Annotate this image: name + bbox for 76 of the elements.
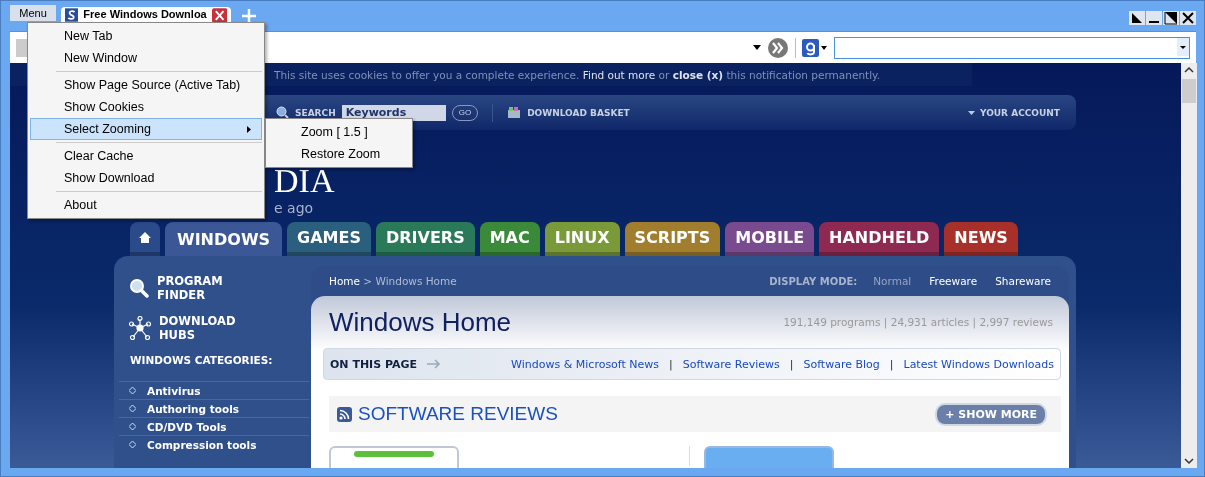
menu-item[interactable]: Clear Cache	[30, 145, 262, 167]
menu-item[interactable]: Restore Zoom	[268, 143, 410, 165]
close-tab-icon[interactable]	[211, 8, 227, 23]
bullet-icon	[129, 423, 136, 430]
download-basket-link[interactable]: DOWNLOAD BASKET	[527, 107, 630, 118]
display-mode-label: DISPLAY MODE:	[769, 275, 858, 287]
keywords-field[interactable]: Keywords	[341, 104, 446, 121]
category-link[interactable]: Compression tools	[147, 438, 257, 451]
display-mode-option[interactable]: Freeware	[929, 275, 978, 287]
forward-icon[interactable]	[767, 36, 789, 59]
search-icon	[276, 106, 289, 120]
tagline: e ago	[274, 200, 314, 216]
new-tab-icon[interactable]	[242, 9, 256, 23]
maximize-icon[interactable]	[1163, 11, 1179, 25]
bullet-icon	[129, 405, 136, 412]
page-link[interactable]: Software Blog	[803, 357, 880, 371]
arrow-icon	[427, 359, 442, 369]
menu-item[interactable]: About	[30, 194, 262, 216]
submenu-arrow-icon	[247, 125, 251, 133]
page-link[interactable]: Latest Windows Downloads	[903, 357, 1054, 371]
home-icon	[139, 231, 151, 243]
resize-icon[interactable]	[1129, 11, 1145, 25]
display-mode-option[interactable]: Shareware	[995, 275, 1051, 287]
sidebar-link[interactable]: PROGRAM FINDER	[157, 274, 237, 302]
menu-button[interactable]: Menu	[10, 5, 56, 21]
separator: |	[669, 357, 673, 371]
sidebar-link[interactable]: DOWNLOAD HUBS	[159, 314, 239, 342]
caret-icon[interactable]	[753, 45, 761, 50]
breadcrumb-current: > Windows Home	[363, 275, 457, 287]
site-logo[interactable]: DIA	[274, 164, 335, 198]
page-link[interactable]: Software Reviews	[682, 357, 780, 371]
menu-item[interactable]: Show Download	[30, 167, 262, 189]
section-tab[interactable]: SCRIPTS	[624, 222, 721, 256]
section-tab[interactable]: NEWS	[944, 222, 1018, 256]
scrollbar[interactable]	[1181, 63, 1197, 468]
section-tab[interactable]: GAMES	[287, 222, 371, 256]
reviews-title: SOFTWARE REVIEWS	[358, 403, 558, 425]
show-more-button[interactable]: + SHOW MORE	[935, 402, 1047, 426]
search-engine-icon[interactable]	[802, 38, 828, 57]
category-link[interactable]: Authoring tools	[147, 402, 240, 415]
close-icon[interactable]	[1180, 11, 1196, 25]
menu-item[interactable]: Select Zooming	[30, 118, 262, 140]
section-tab[interactable]: MAC	[479, 222, 540, 256]
caret-icon	[967, 110, 975, 115]
basket-icon	[507, 106, 522, 120]
on-this-page-label: ON THIS PAGE	[330, 357, 418, 371]
dropdown-icon[interactable]	[1177, 37, 1189, 56]
category-link[interactable]: Antivirus	[147, 384, 201, 397]
section-tab[interactable]: MOBILE	[725, 222, 815, 256]
page-icon	[16, 38, 28, 57]
search-label: SEARCH	[295, 107, 336, 118]
page-heading: Windows Home	[329, 306, 512, 338]
close-link[interactable]: close (x)	[672, 68, 724, 81]
bullet-icon	[129, 387, 136, 394]
search-field[interactable]	[834, 36, 1190, 59]
minimize-icon[interactable]	[1146, 11, 1162, 25]
account-link[interactable]: YOUR ACCOUNT	[967, 107, 1060, 118]
site-stats: 191,149 programs | 24,931 articles | 2,997 reviews	[783, 316, 1053, 328]
category-link[interactable]: CD/DVD Tools	[147, 420, 227, 433]
home-link[interactable]: Home	[329, 275, 360, 287]
page-link[interactable]: Windows & Microsoft News	[511, 357, 660, 371]
rss-icon	[337, 406, 352, 422]
separator: |	[789, 357, 794, 371]
section-tab[interactable]: HANDHELD	[819, 222, 940, 256]
bullet-icon	[129, 441, 136, 448]
menu-item[interactable]: Show Cookies	[30, 96, 262, 118]
categories-heading: WINDOWS CATEGORIES:	[129, 354, 274, 366]
network-icon	[129, 316, 151, 340]
section-tab[interactable]: WINDOWS	[165, 222, 283, 256]
separator: |	[889, 357, 894, 371]
find-out-more-link[interactable]: Find out more	[582, 68, 656, 81]
menu-item[interactable]: Zoom [ 1.5 ]	[268, 121, 410, 143]
home-tab[interactable]	[130, 222, 160, 256]
magnifier-icon	[129, 278, 149, 298]
scroll-thumb[interactable]	[1182, 79, 1196, 103]
section-tab[interactable]: DRIVERS	[375, 222, 475, 256]
